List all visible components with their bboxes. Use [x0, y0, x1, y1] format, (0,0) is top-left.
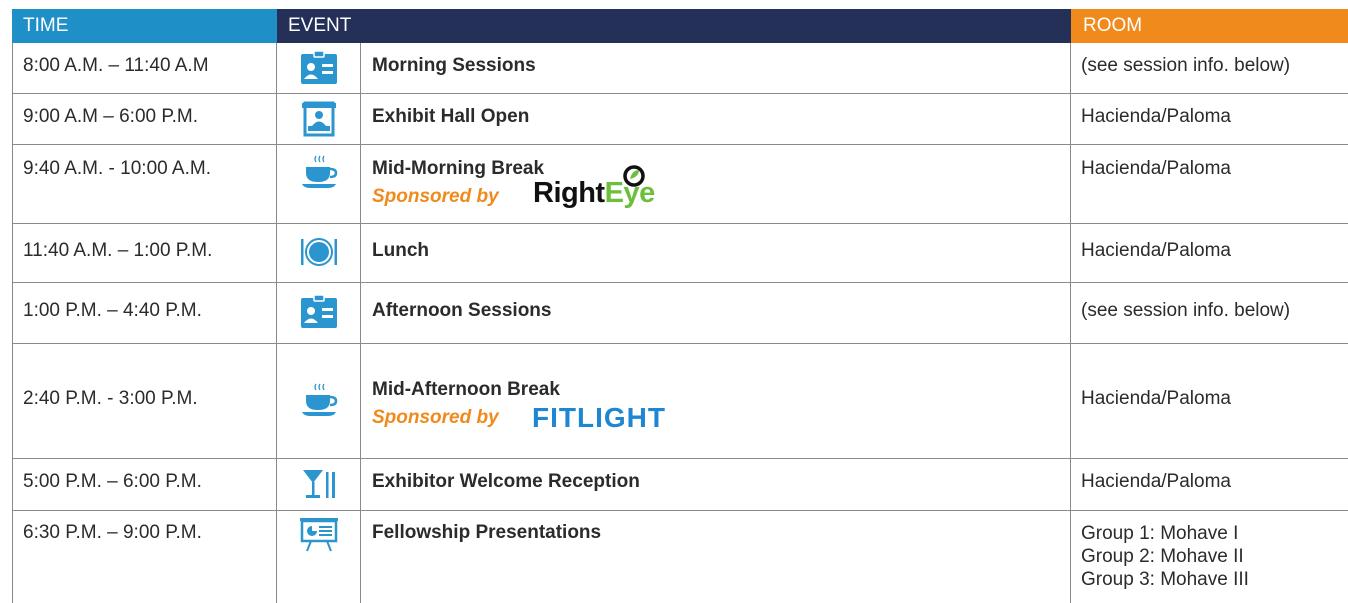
room-name: Hacienda/Paloma — [1081, 388, 1231, 409]
event-name: Exhibitor Welcome Reception — [372, 471, 640, 492]
plate-cutlery-icon — [301, 238, 337, 266]
time-cell: 9:00 A.M – 6:00 P.M. — [23, 106, 198, 127]
table-row: 9:40 A.M. - 10:00 A.M. Mid-Morning Break… — [12, 144, 1348, 224]
table-row: 1:00 P.M. – 4:40 P.M. Afternoon Sessions… — [12, 282, 1348, 344]
room-name: Hacienda/Paloma — [1081, 158, 1231, 179]
header-time: TIME — [12, 9, 277, 43]
event-name: Exhibit Hall Open — [372, 106, 530, 127]
room-name: (see session info. below) — [1081, 300, 1291, 321]
room-list: Group 1: Mohave I Group 2: Mohave II Gro… — [1081, 522, 1249, 591]
table-header: TIME EVENT ROOM — [12, 9, 1348, 43]
fitlight-logo: FITLIGHT — [532, 402, 666, 433]
sponsor-label: Sponsored by — [372, 186, 499, 207]
room-name: Hacienda/Paloma — [1081, 471, 1231, 492]
event-name: Lunch — [372, 240, 429, 261]
header-event: EVENT — [277, 9, 1071, 43]
time-cell: 11:40 A.M. – 1:00 P.M. — [23, 240, 213, 261]
sponsor-label: Sponsored by — [372, 407, 499, 428]
time-cell: 2:40 P.M. - 3:00 P.M. — [23, 388, 198, 409]
table-row: 11:40 A.M. – 1:00 P.M. Lunch Hacienda/Pa… — [12, 223, 1348, 283]
coffee-cup-icon — [302, 155, 338, 188]
schedule-table: TIME EVENT ROOM 8:00 A.M. – 11:40 A.M Mo… — [12, 9, 1348, 603]
event-name: Fellowship Presentations — [372, 522, 602, 543]
header-room: ROOM — [1071, 9, 1348, 43]
room-name: Group 3: Mohave III — [1081, 569, 1249, 590]
room-name: (see session info. below) — [1081, 55, 1291, 76]
event-name: Mid-Morning Break — [372, 158, 545, 179]
time-cell: 6:30 P.M. – 9:00 P.M. — [23, 522, 202, 543]
badge-icon — [301, 50, 337, 84]
event-name: Mid-Afternoon Break — [372, 379, 560, 400]
eye-leaf-icon — [623, 165, 645, 187]
time-cell: 8:00 A.M. – 11:40 A.M — [23, 55, 209, 76]
badge-icon — [301, 294, 337, 328]
time-cell: 1:00 P.M. – 4:40 P.M. — [23, 300, 202, 321]
time-cell: 9:40 A.M. - 10:00 A.M. — [23, 158, 211, 179]
table-row: 9:00 A.M – 6:00 P.M. Exhibit Hall Open H… — [12, 93, 1348, 145]
exhibit-booth-icon — [302, 101, 336, 137]
presentation-screen-icon — [300, 518, 338, 552]
table-row: 5:00 P.M. – 6:00 P.M. Exhibitor Welcome … — [12, 458, 1348, 511]
righteye-logo: RightEye — [533, 165, 655, 210]
room-name: Group 2: Mohave II — [1081, 546, 1244, 567]
table-row: 2:40 P.M. - 3:00 P.M. Mid-Afternoon Brea… — [12, 343, 1348, 459]
room-name: Hacienda/Paloma — [1081, 106, 1231, 127]
cocktail-icon — [303, 470, 335, 498]
event-name: Morning Sessions — [372, 55, 536, 76]
table-row: 6:30 P.M. – 9:00 P.M. Fellowship Present… — [12, 510, 1348, 603]
room-name: Group 1: Mohave I — [1081, 523, 1239, 544]
room-name: Hacienda/Paloma — [1081, 240, 1231, 261]
event-name: Afternoon Sessions — [372, 300, 552, 321]
coffee-cup-icon — [302, 383, 338, 416]
table-row: 8:00 A.M. – 11:40 A.M Morning Sessions (… — [12, 43, 1348, 94]
time-cell: 5:00 P.M. – 6:00 P.M. — [23, 471, 202, 492]
